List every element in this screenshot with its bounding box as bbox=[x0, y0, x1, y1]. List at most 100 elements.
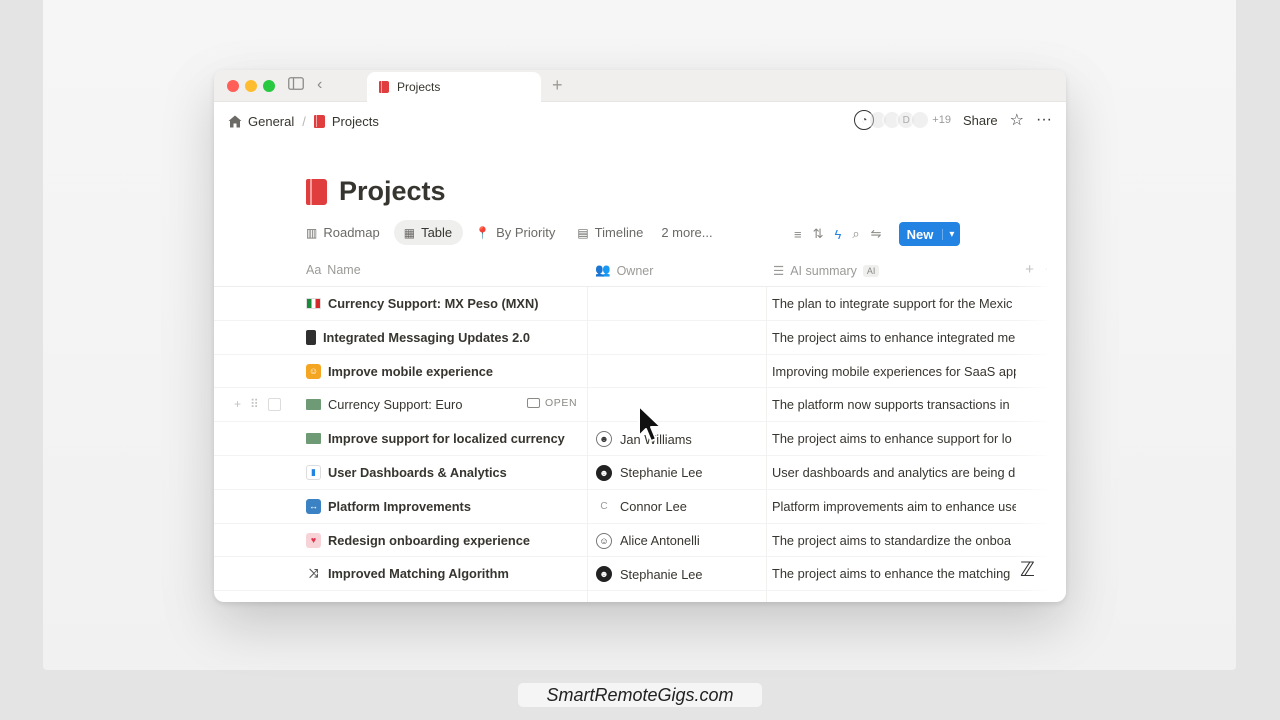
table-toolbar: ≡ ⇅ ϟ ⌕ ⇋ New ▾ bbox=[794, 222, 961, 246]
close-window-button[interactable] bbox=[227, 80, 239, 92]
table-row[interactable]: Currency Support: MX Peso (MXN) The plan… bbox=[214, 287, 1066, 321]
name-cell[interactable]: Improve support for localized currency bbox=[306, 431, 586, 446]
owner-cell[interactable]: ☻ Stephanie Lee bbox=[596, 464, 766, 481]
tab-title: Projects bbox=[397, 80, 441, 94]
mouse-cursor-icon bbox=[638, 405, 662, 442]
column-label: Owner bbox=[616, 263, 654, 278]
lines-icon: ☰ bbox=[773, 264, 785, 278]
search-icon[interactable]: ⌕ bbox=[852, 226, 859, 242]
tab-projects[interactable]: Projects bbox=[367, 72, 541, 102]
owner-cell[interactable]: ☻ Jan Williams bbox=[596, 431, 766, 448]
more-options-icon[interactable]: ··· bbox=[1036, 111, 1052, 129]
breadcrumb-separator: / bbox=[302, 114, 306, 129]
table-row[interactable]: Integrated Messaging Updates 2.0 The pro… bbox=[214, 321, 1066, 355]
banknote-icon bbox=[306, 433, 321, 445]
ai-summary-cell[interactable]: The platform now supports transactions i… bbox=[772, 397, 1016, 412]
open-row-button[interactable]: OPEN bbox=[527, 397, 577, 409]
pin-icon: 📍 bbox=[475, 225, 491, 240]
collaborator-count: +19 bbox=[932, 114, 951, 126]
more-views-button[interactable]: 2 more... bbox=[657, 220, 722, 245]
name-cell[interactable]: ♥ Redesign onboarding experience bbox=[306, 532, 586, 548]
table-icon: ▦ bbox=[403, 225, 416, 240]
column-divider bbox=[587, 287, 588, 602]
name-cell[interactable]: ⤨ Improved Matching Algorithm bbox=[306, 566, 586, 582]
ai-summary-cell[interactable]: Improving mobile experiences for SaaS ap… bbox=[772, 364, 1016, 379]
tab-table[interactable]: ▦ Table bbox=[393, 220, 464, 245]
page-title: Projects bbox=[339, 176, 446, 206]
tab-label: Roadmap bbox=[323, 225, 380, 240]
project-name: Redesign onboarding experience bbox=[328, 532, 530, 548]
minimize-window-button[interactable] bbox=[245, 80, 257, 92]
table-header: Aa Name 👥 Owner ☰ AI summary AI + ··· bbox=[214, 255, 1066, 287]
shuffle-icon: ⤨ bbox=[306, 566, 321, 582]
name-cell[interactable]: ▮ User Dashboards & Analytics bbox=[306, 464, 586, 480]
tab-label: By Priority bbox=[496, 225, 556, 240]
tab-roadmap[interactable]: ▥ Roadmap bbox=[304, 220, 390, 245]
breadcrumb: General / Projects bbox=[228, 114, 379, 129]
owner-cell[interactable]: ☺ Alice Antonelli bbox=[596, 532, 766, 549]
phone-icon bbox=[306, 329, 316, 345]
mexico-flag-icon bbox=[306, 298, 321, 309]
tab-timeline[interactable]: ▤ Timeline bbox=[569, 220, 653, 245]
ai-summary-cell[interactable]: The plan to integrate support for the Me… bbox=[772, 296, 1016, 311]
column-header-owner[interactable]: 👥 Owner bbox=[595, 263, 653, 278]
avatar: ☻ bbox=[596, 431, 612, 448]
name-cell[interactable]: ↔ Platform Improvements bbox=[306, 498, 586, 514]
drag-handle-icon[interactable]: ⠿ bbox=[250, 397, 259, 411]
table-row[interactable]: ☺ Improve mobile experience Improving mob… bbox=[214, 355, 1066, 389]
new-tab-icon[interactable]: + bbox=[552, 75, 563, 96]
ai-summary-cell[interactable]: Platform improvements aim to enhance use bbox=[772, 499, 1016, 514]
text-type-icon: Aa bbox=[306, 263, 322, 277]
add-row-icon[interactable]: + bbox=[234, 397, 241, 411]
row-checkbox[interactable] bbox=[267, 397, 281, 411]
ai-summary-cell[interactable]: The project aims to standardize the onbo… bbox=[772, 533, 1016, 548]
name-cell[interactable]: Currency Support: MX Peso (MXN) bbox=[306, 296, 586, 311]
view-tabs: ▥ Roadmap ▦ Table 📍 By Priority ▤ Timeli… bbox=[304, 220, 723, 245]
column-header-ai-summary[interactable]: ☰ AI summary AI bbox=[773, 263, 880, 278]
open-label: OPEN bbox=[545, 397, 578, 410]
column-label: Name bbox=[327, 263, 361, 277]
filter-icon[interactable]: ≡ bbox=[794, 227, 802, 242]
sort-icon[interactable]: ⇅ bbox=[813, 226, 824, 242]
owner-name: Stephanie Lee bbox=[620, 465, 703, 481]
collaborator-avatars[interactable]: ◔ D +19 bbox=[854, 110, 951, 130]
tab-by-priority[interactable]: 📍 By Priority bbox=[467, 220, 565, 245]
ai-badge: AI bbox=[862, 264, 880, 277]
breadcrumb-projects[interactable]: Projects bbox=[332, 114, 379, 129]
automation-icon[interactable]: ϟ bbox=[835, 227, 842, 242]
settings-sliders-icon[interactable]: ⇋ bbox=[871, 226, 882, 242]
chevron-down-icon[interactable]: ▾ bbox=[942, 228, 960, 240]
ai-summary-cell[interactable]: The project aims to enhance the matching bbox=[772, 566, 1016, 581]
smile-icon: ☺ bbox=[306, 363, 321, 379]
scroll-fade bbox=[1016, 255, 1066, 595]
map-icon: ▥ bbox=[306, 225, 318, 240]
ai-summary-cell[interactable]: The project aims to enhance support for … bbox=[772, 431, 1016, 446]
back-arrow-icon[interactable]: ‹ bbox=[317, 76, 322, 94]
project-name: Improve support for localized currency bbox=[328, 431, 565, 447]
ai-summary-cell[interactable]: User dashboards and analytics are being … bbox=[772, 465, 1016, 480]
column-header-name[interactable]: Aa Name bbox=[306, 263, 361, 277]
sidebar-toggle-icon[interactable] bbox=[288, 77, 304, 93]
breadcrumb-general[interactable]: General bbox=[248, 114, 294, 129]
left-right-arrow-icon: ↔ bbox=[306, 498, 321, 514]
name-cell[interactable]: Integrated Messaging Updates 2.0 bbox=[306, 329, 586, 345]
avatar: C bbox=[600, 501, 608, 513]
owner-cell[interactable]: ☻ Stephanie Lee bbox=[596, 566, 766, 583]
table-row[interactable]: ⤨ Improved Matching Algorithm ☻ Stephanie … bbox=[214, 557, 1066, 592]
tab-label: 2 more... bbox=[661, 225, 713, 240]
ai-summary-cell[interactable]: The project aims to enhance integrated m… bbox=[772, 330, 1016, 345]
help-icon[interactable]: ℤ bbox=[1020, 557, 1035, 582]
avatar bbox=[910, 110, 931, 130]
watermark-text: SmartRemoteGigs.com bbox=[518, 683, 762, 707]
owner-cell[interactable]: C Connor Lee bbox=[596, 499, 766, 515]
project-name: Integrated Messaging Updates 2.0 bbox=[323, 329, 530, 345]
table-row[interactable]: ↔ Platform Improvements C Connor Lee Platf… bbox=[214, 490, 1066, 524]
bar-chart-icon: ▮ bbox=[306, 464, 321, 480]
star-icon[interactable]: ☆ bbox=[1010, 110, 1024, 130]
table-row[interactable]: ♥ Redesign onboarding experience ☺ Alice A… bbox=[214, 524, 1066, 558]
table-row[interactable]: ▮ User Dashboards & Analytics ☻ Stephanie … bbox=[214, 456, 1066, 490]
new-button[interactable]: New ▾ bbox=[898, 222, 961, 246]
share-button[interactable]: Share bbox=[963, 113, 998, 128]
maximize-window-button[interactable] bbox=[263, 80, 275, 92]
name-cell[interactable]: ☺ Improve mobile experience bbox=[306, 363, 586, 379]
